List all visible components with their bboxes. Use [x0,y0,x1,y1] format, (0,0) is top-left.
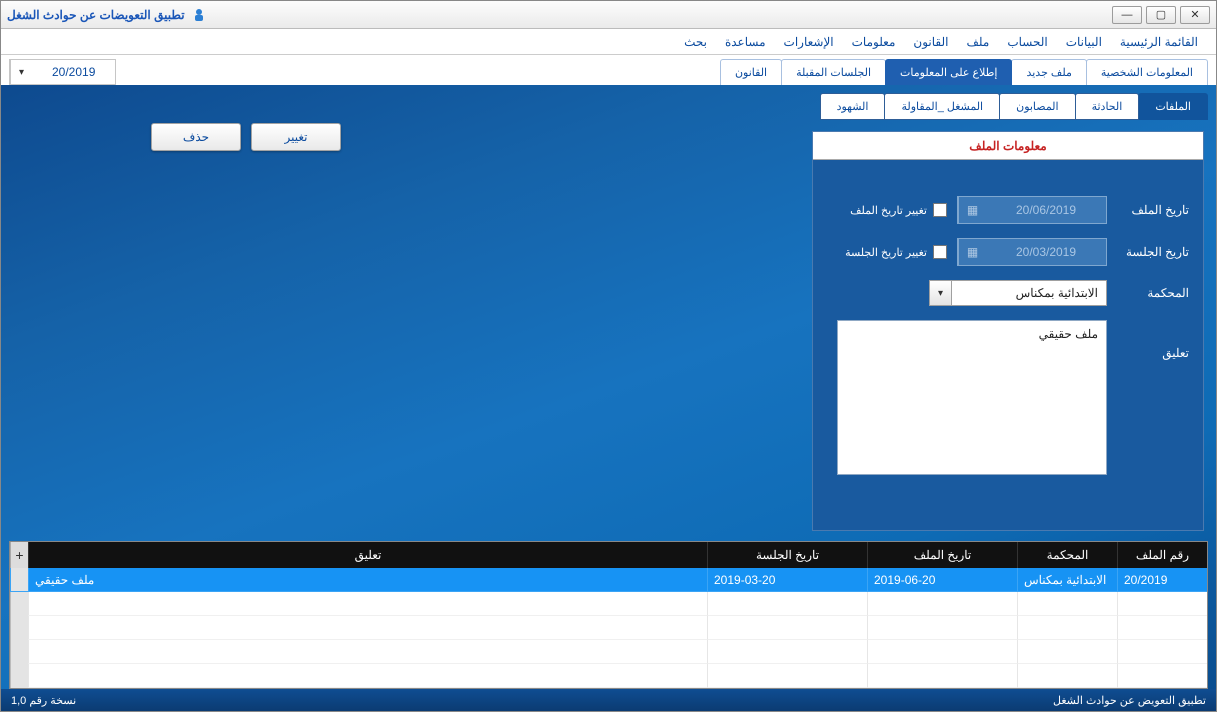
menu-main[interactable]: القائمة الرئيسية [1112,31,1206,53]
file-number-value: 20/2019 [32,65,115,79]
grid-row[interactable]: 20/2019 الابتدائية بمكناس 2019-06-20 201… [10,568,1207,592]
menu-info[interactable]: معلومات [844,31,904,53]
tab-new-file[interactable]: ملف جديد [1011,59,1086,85]
status-app-name: تطبيق التعويض عن حوادث الشغل [1053,694,1206,707]
menu-file[interactable]: ملف [958,31,997,53]
sub-tab-incident[interactable]: الحادثة [1075,93,1140,120]
change-button[interactable]: تغيير [251,123,341,151]
file-date-chk-label: تغيير تاريخ الملف [850,204,927,217]
menu-bar: القائمة الرئيسية البيانات الحساب ملف الق… [1,29,1216,55]
menu-search[interactable]: بحث [676,31,715,53]
tab-view-info[interactable]: إطلاع على المعلومات [885,59,1012,85]
files-grid: رقم الملف المحكمة تاريخ الملف تاريخ الجل… [9,541,1208,689]
session-date-value: 20/03/2019 [986,245,1106,259]
cell-file-date: 2019-06-20 [867,568,1017,592]
menu-notifications[interactable]: الإشعارات [776,31,842,53]
panel-title-text: معلومات الملف [969,139,1046,153]
row-indicator [10,568,28,592]
sub-tabs: الملفات الحادثة المصابون المشغل _المقاول… [9,93,1208,120]
label-session-date: تاريخ الجلسة [1117,245,1189,259]
col-court[interactable]: المحكمة [1017,542,1117,568]
cell-comment: ملف حقيقي [28,568,707,592]
row-session-date: تاريخ الجلسة 20/03/2019 ▦ تغيير تاريخ ال… [827,238,1189,266]
sub-tab-witnesses[interactable]: الشهود [820,93,886,120]
sub-tab-employer[interactable]: المشغل _المقاولة [884,93,1000,120]
delete-button[interactable]: حذف [151,123,241,151]
app-icon [191,7,207,23]
title-bar: تطبيق التعويضات عن حوادث الشغل — ▢ ✕ [1,1,1216,29]
col-comment[interactable]: تعليق [28,542,707,568]
session-date-input[interactable]: 20/03/2019 ▦ [957,238,1107,266]
tab-law[interactable]: القانون [720,59,782,85]
grid-empty-row [10,640,1207,664]
grid-add-row-button[interactable]: + [10,542,28,568]
file-date-value: 20/06/2019 [986,203,1106,217]
grid-empty-row [10,664,1207,688]
tab-personal-info[interactable]: المعلومات الشخصية [1086,59,1208,85]
court-select[interactable]: الابتدائية بمكناس ▾ [929,280,1107,306]
session-date-chk-label: تغيير تاريخ الجلسة [845,246,927,259]
content-area: الملفات الحادثة المصابون المشغل _المقاول… [1,85,1216,689]
minimize-button[interactable]: — [1112,6,1142,24]
grid-empty-row [10,616,1207,640]
grid-header: رقم الملف المحكمة تاريخ الملف تاريخ الجل… [10,542,1207,568]
close-button[interactable]: ✕ [1180,6,1210,24]
col-file-no[interactable]: رقم الملف [1117,542,1207,568]
label-comment: تعليق [1117,346,1189,360]
cell-file-no: 20/2019 [1117,568,1207,592]
window-title: تطبيق التعويضات عن حوادث الشغل [7,8,185,22]
file-info-panel: معلومات الملف تاريخ الملف 20/06/2019 ▦ ت… [812,131,1204,531]
file-date-input[interactable]: 20/06/2019 ▦ [957,196,1107,224]
session-date-checkbox[interactable] [933,245,947,259]
file-number-select[interactable]: 20/2019 ▾ [9,59,116,85]
menu-data[interactable]: البيانات [1058,31,1110,53]
cell-court: الابتدائية بمكناس [1017,568,1117,592]
sub-tab-files[interactable]: الملفات [1138,93,1208,120]
file-date-checkbox[interactable] [933,203,947,217]
app-window: تطبيق التعويضات عن حوادث الشغل — ▢ ✕ الق… [0,0,1217,712]
grid-empty-row [10,592,1207,616]
row-court: المحكمة الابتدائية بمكناس ▾ [827,280,1189,306]
label-file-date: تاريخ الملف [1117,203,1189,217]
menu-law[interactable]: القانون [905,31,956,53]
label-court: المحكمة [1117,286,1189,300]
status-bar: تطبيق التعويض عن حوادث الشغل نسخة رقم 1,… [1,689,1216,711]
col-session-date[interactable]: تاريخ الجلسة [707,542,867,568]
comment-textarea[interactable] [837,320,1107,475]
menu-help[interactable]: مساعدة [717,31,774,53]
calendar-icon: ▦ [958,239,986,265]
calendar-icon: ▦ [958,197,986,223]
status-version: نسخة رقم 1,0 [11,694,76,707]
row-comment: تعليق [827,320,1189,475]
top-area: المعلومات الشخصية ملف جديد إطلاع على الم… [1,55,1216,85]
menu-account[interactable]: الحساب [999,31,1055,53]
sub-tab-injured[interactable]: المصابون [999,93,1075,120]
court-value: الابتدائية بمكناس [952,286,1106,300]
tab-upcoming-sessions[interactable]: الجلسات المقبلة [781,59,886,85]
panel-title: معلومات الملف [813,132,1203,160]
chevron-down-icon[interactable]: ▾ [10,60,32,84]
col-file-date[interactable]: تاريخ الملف [867,542,1017,568]
row-file-date: تاريخ الملف 20/06/2019 ▦ تغيير تاريخ الم… [827,196,1189,224]
cell-session-date: 2019-03-20 [707,568,867,592]
action-buttons: تغيير حذف [151,123,341,151]
maximize-button[interactable]: ▢ [1146,6,1176,24]
chevron-down-icon[interactable]: ▾ [930,281,952,305]
